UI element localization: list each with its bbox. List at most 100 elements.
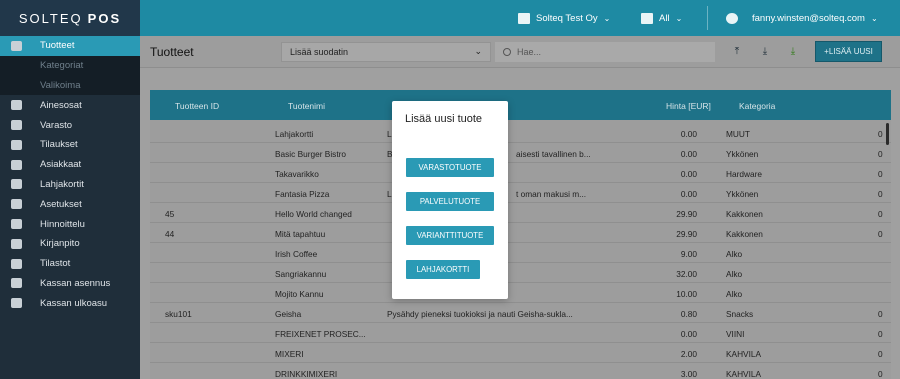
chevron-down-icon: ⌄	[870, 13, 878, 23]
sidebar-item-label: Valikoima	[40, 79, 81, 91]
cell-category: Ykkönen	[726, 189, 759, 199]
company-selector[interactable]: Solteq Test Oy ⌄	[518, 0, 610, 36]
table-row[interactable]: Sangriakannu 32.00 Alko	[150, 263, 891, 283]
sidebar-item-varasto[interactable]: Varasto	[0, 115, 140, 135]
store-name: All	[659, 12, 670, 24]
cell-extra: 0	[878, 209, 883, 219]
service-product-button[interactable]: PALVELUTUOTE	[406, 192, 494, 211]
cell-category: VIINI	[726, 329, 745, 339]
cell-desc: Pysähdy pieneksi tuokioksi ja nauti Geis…	[387, 309, 573, 319]
upload-icon[interactable]: ⤒	[732, 46, 742, 57]
scrollbar[interactable]	[886, 123, 889, 145]
chevron-down-icon: ⌄	[675, 13, 683, 23]
sidebar-item-kassan-ulkoasu[interactable]: Kassan ulkoasu	[0, 293, 140, 313]
cell-desc: L	[387, 189, 392, 199]
table-row[interactable]: sku101 Geisha Pysähdy pieneksi tuokioksi j…	[150, 303, 891, 323]
sidebar-item-kirjanpito[interactable]: Kirjanpito	[0, 234, 140, 254]
column-header-category[interactable]: Kategoria	[739, 101, 775, 111]
cell-extra: 0	[878, 169, 883, 179]
sidebar-item-hinnoittelu[interactable]: Hinnoittelu	[0, 214, 140, 234]
cell-price: 0.00	[680, 129, 697, 139]
cell-name: Mitä tapahtuu	[275, 229, 326, 239]
cell-category: Snacks	[726, 309, 754, 319]
cell-price: 0.00	[680, 189, 697, 199]
sidebar-item-label: Kategoriat	[40, 60, 84, 72]
sidebar-item-asiakkaat[interactable]: Asiakkaat	[0, 155, 140, 175]
sidebar-item-tilastot[interactable]: Tilastot	[0, 254, 140, 274]
cell-name: Lahjakortti	[275, 129, 314, 139]
store-icon	[641, 12, 653, 24]
sidebar-item-label: Kassan asennus	[40, 277, 111, 289]
cell-category: Alko	[726, 289, 743, 299]
sidebar-item-tilaukset[interactable]: Tilaukset	[0, 135, 140, 155]
wrench-icon	[11, 199, 22, 210]
products-table: Tuotteen ID Tuotenimi Hinta [EUR] Katego…	[150, 90, 891, 379]
table-row[interactable]: Fantasia Pizza Lt oman makusi m... 0.00 Ykk…	[150, 183, 891, 203]
download-icon[interactable]: ⤓	[760, 46, 770, 57]
gift-card-button[interactable]: LAHJAKORTTI	[406, 260, 480, 279]
warehouse-icon	[11, 120, 22, 131]
cell-id: 45	[165, 209, 175, 219]
filter-label: Lisää suodatin	[290, 47, 349, 57]
filter-select[interactable]: Lisää suodatin ⌄	[281, 42, 491, 62]
divider	[707, 6, 708, 30]
sidebar-item-label: Lahjakortit	[40, 178, 84, 190]
cell-price: 0.00	[680, 149, 697, 159]
table-row[interactable]: 44 Mitä tapahtuu 29.90 Kakkonen 0	[150, 223, 891, 243]
tools-icon	[11, 100, 22, 111]
table-row[interactable]: Irish Coffee 9.00 Alko	[150, 243, 891, 263]
variant-product-button[interactable]: VARIANTTITUOTE	[406, 226, 494, 245]
cell-extra: 0	[878, 369, 883, 379]
building-icon	[518, 12, 530, 24]
cell-extra: 0	[878, 149, 883, 159]
sidebar-item-kategoriat[interactable]: Kategoriat	[0, 55, 140, 76]
cell-id: 44	[165, 229, 175, 239]
column-header-id[interactable]: Tuotteen ID	[175, 101, 219, 111]
table-row[interactable]: FREIXENET PROSEC... 0.00 VIINI 0	[150, 323, 891, 343]
add-product-dialog: Lisää uusi tuote VARASTOTUOTE PALVELUTUO…	[392, 101, 508, 299]
cell-name: Hello World changed	[275, 209, 352, 219]
store-selector[interactable]: All ⌄	[641, 0, 682, 36]
sidebar-item-kassan-asennus[interactable]: Kassan asennus	[0, 274, 140, 294]
table-row[interactable]: 45 Hello World changed 29.90 Kakkonen 0	[150, 203, 891, 223]
brand-logo[interactable]: SOLTEQ POS	[0, 0, 140, 36]
cell-name: Geisha	[275, 309, 302, 319]
column-header-price[interactable]: Hinta [EUR]	[666, 101, 711, 111]
cell-category: Ykkönen	[726, 149, 759, 159]
sidebar-item-label: Hinnoittelu	[40, 218, 85, 230]
sidebar-item-valikoima[interactable]: Valikoima	[0, 75, 140, 96]
cell-price: 3.00	[680, 369, 697, 379]
add-new-button[interactable]: +LISÄÄ UUSI	[815, 41, 882, 62]
table-row[interactable]: Basic Burger Bistro Baisesti tavallinen b…	[150, 143, 891, 163]
sidebar-item-asetukset[interactable]: Asetukset	[0, 194, 140, 214]
table-row[interactable]: Takavarikko 0.00 Hardware 0	[150, 163, 891, 183]
table-row[interactable]: Lahjakortti L 0.00 MUUT 0	[150, 123, 891, 143]
cart-icon	[11, 139, 22, 150]
column-header-name[interactable]: Tuotenimi	[288, 101, 325, 111]
table-row[interactable]: DRINKKIMIXERI 3.00 KAHVILA 0	[150, 363, 891, 379]
sidebar-item-lahjakortit[interactable]: Lahjakortit	[0, 175, 140, 195]
cell-price: 29.90	[676, 209, 697, 219]
cell-name: Fantasia Pizza	[275, 189, 330, 199]
cell-desc2: aisesti tavallinen b...	[516, 149, 591, 159]
cell-extra: 0	[878, 229, 883, 239]
search-placeholder: Hae...	[517, 47, 542, 57]
stock-product-button[interactable]: VARASTOTUOTE	[406, 158, 494, 177]
grid-icon	[11, 298, 22, 309]
table-row[interactable]: Mojito Kannu 10.00 Alko	[150, 283, 891, 303]
chevron-down-icon: ⌄	[603, 13, 611, 23]
cell-price: 0.00	[680, 169, 697, 179]
sidebar-item-label: Varasto	[40, 119, 73, 131]
export-download-icon[interactable]: ⤓	[788, 46, 798, 57]
sidebar-item-label: Ainesosat	[40, 99, 82, 111]
cell-name: Basic Burger Bistro	[275, 149, 347, 159]
table-row[interactable]: MIXERI 2.00 KAHVILA 0	[150, 343, 891, 363]
sidebar-item-tuotteet[interactable]: Tuotteet	[0, 36, 140, 56]
search-input[interactable]: Hae...	[495, 42, 715, 62]
user-menu[interactable]: fanny.winsten@solteq.com ⌄	[726, 0, 878, 36]
bar-chart-icon	[11, 258, 22, 269]
sidebar-item-ainesosat[interactable]: Ainesosat	[0, 95, 140, 115]
sidebar-item-label: Kirjanpito	[40, 238, 80, 250]
cell-category: Hardware	[726, 169, 762, 179]
cell-extra: 0	[878, 129, 883, 139]
